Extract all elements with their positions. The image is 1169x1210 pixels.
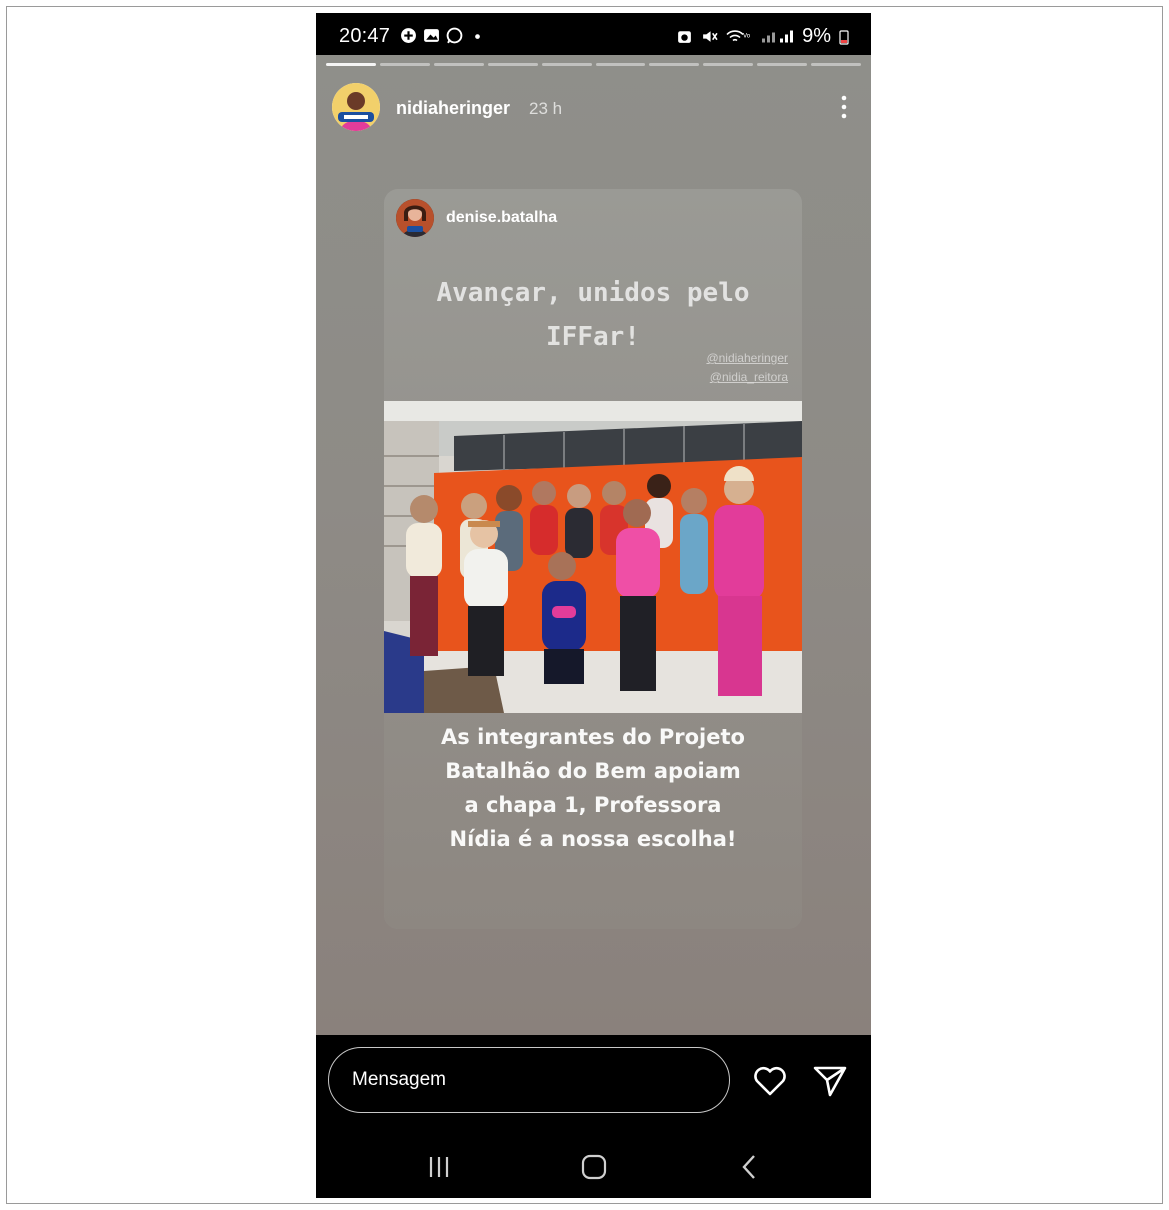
mention-link[interactable]: @nidia_reitora (706, 368, 788, 387)
card-headline: Avançar, unidos pelo IFFar! (384, 271, 802, 359)
group-photo (384, 401, 802, 713)
avatar-image (332, 83, 380, 131)
send-icon[interactable] (812, 1063, 848, 1099)
more-options-icon[interactable] (838, 93, 850, 121)
story-viewer[interactable]: nidiaheringer 23 h denise.batalha Avança… (316, 55, 871, 1035)
progress-segment (757, 63, 808, 66)
card-author-avatar (396, 199, 434, 237)
status-time: 20:47 (339, 25, 391, 47)
progress-segment (541, 63, 592, 66)
status-right-icons: Vo 9% (676, 25, 849, 48)
card-mentions: @nidiaheringer @nidia_reitora (706, 349, 788, 387)
story-header: nidiaheringer 23 h (332, 83, 852, 133)
whatsapp-icon (446, 27, 463, 44)
progress-segment (487, 63, 538, 66)
caption-line: Nídia é a nossa escolha! (449, 827, 737, 851)
story-author-avatar[interactable] (332, 83, 380, 131)
battery-percent: 9% (802, 25, 831, 47)
progress-segment (703, 63, 754, 66)
nfc-icon (401, 28, 416, 43)
message-input[interactable] (328, 1047, 730, 1113)
back-icon[interactable] (730, 1147, 770, 1187)
progress-segment (379, 63, 430, 66)
caption-line: As integrantes do Projeto (441, 725, 745, 749)
card-avatar-image (396, 199, 434, 237)
headline-line: Avançar, unidos pelo (436, 278, 750, 308)
progress-segment (326, 63, 376, 66)
alarm-icon (678, 31, 691, 43)
caption-line: Batalhão do Bem apoiam (445, 759, 741, 783)
gallery-icon (424, 29, 439, 42)
wifi-icon: Vo (726, 30, 751, 42)
dot-icon (475, 34, 480, 39)
group-photo-image (384, 401, 802, 713)
mention-link[interactable]: @nidiaheringer (706, 349, 788, 368)
story-reply-bar (316, 1035, 871, 1198)
story-author-username[interactable]: nidiaheringer (396, 98, 510, 119)
signal-icon (762, 30, 794, 43)
status-left-icons (400, 27, 486, 44)
battery-icon (839, 29, 849, 45)
heart-icon[interactable] (752, 1063, 788, 1099)
mute-icon (703, 31, 718, 42)
home-icon[interactable] (574, 1147, 614, 1187)
shared-story-card[interactable]: denise.batalha Avançar, unidos pelo IFFa… (384, 189, 802, 929)
progress-segment (433, 63, 484, 66)
progress-segment (595, 63, 646, 66)
story-time-ago: 23 h (529, 99, 563, 118)
story-progress-bar (326, 63, 862, 66)
progress-segment (811, 63, 862, 66)
caption-line: a chapa 1, Professora (464, 793, 722, 817)
recent-apps-icon[interactable] (419, 1147, 459, 1187)
svg-text:Vo: Vo (743, 33, 751, 40)
card-caption: As integrantes do Projeto Batalhão do Be… (384, 720, 802, 856)
card-author-username: denise.batalha (446, 209, 558, 226)
system-navigation-bar (316, 1135, 871, 1198)
progress-segment (649, 63, 700, 66)
status-bar: 20:47 Vo 9% (316, 13, 871, 55)
phone-screen: 20:47 Vo 9% nidiaheringer 23 h denise.ba… (316, 13, 871, 1198)
